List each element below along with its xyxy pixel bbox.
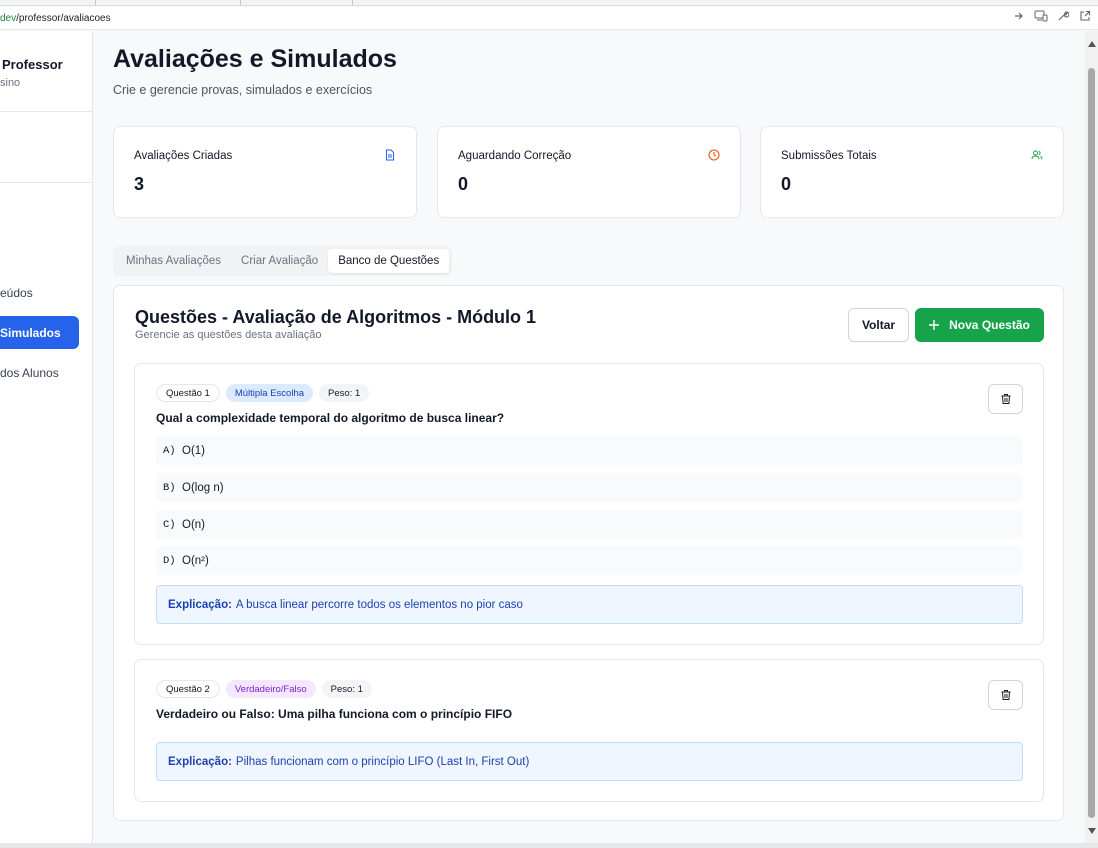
delete-question-button[interactable]: [988, 384, 1023, 414]
sidebar-item-label: dos Alunos: [0, 365, 59, 380]
stat-label: Aguardando Correção: [458, 150, 572, 162]
explanation-box: Explicação: Pilhas funcionam com o princí…: [156, 742, 1023, 781]
scroll-down-arrow-icon[interactable]: [1088, 828, 1096, 834]
sidebar-item-conteudos[interactable]: eúdos: [0, 276, 79, 309]
sidebar-item-alunos[interactable]: dos Alunos: [0, 356, 79, 389]
scrollbar-thumb[interactable]: [1088, 68, 1095, 818]
explanation-text: Pilhas funcionam com o princípio LIFO (L…: [235, 755, 530, 768]
option-text: O(1): [182, 444, 205, 457]
url-text: dev/professor/avaliacoes: [0, 13, 111, 24]
page-subtitle: Crie e gerencie provas, simulados e exer…: [113, 83, 373, 97]
scroll-up-arrow-icon[interactable]: [1088, 41, 1096, 47]
stat-card-avaliacoes: Avaliações Criadas 3: [113, 126, 417, 218]
option-letter: C): [163, 518, 176, 531]
page-title: Avaliações e Simulados: [113, 45, 397, 73]
question-text: Qual a complexidade temporal do algoritm…: [156, 411, 505, 425]
trash-icon: [1001, 690, 1010, 700]
bottom-bar: [0, 843, 1098, 848]
option-text: O(n): [182, 518, 205, 531]
page-scrollbar[interactable]: [1085, 31, 1098, 843]
plus-icon: [929, 320, 940, 330]
question-type-badge: Verdadeiro/Falso: [225, 680, 316, 698]
questions-panel: Questões - Avaliação de Algoritmos - Mód…: [113, 285, 1064, 821]
trash-icon: [1001, 394, 1010, 404]
new-question-label: Nova Questão: [949, 318, 1030, 332]
question-card: Questão 2 Verdadeiro/Falso Peso: 1 Verda…: [134, 659, 1044, 802]
stat-value: 0: [458, 174, 469, 194]
option-row: B) O(log n): [156, 473, 1023, 502]
delete-question-button[interactable]: [988, 680, 1023, 710]
option-letter: A): [163, 444, 176, 457]
user-subtitle: sino: [0, 77, 21, 89]
browser-actions: [1012, 10, 1092, 24]
url-host: dev: [0, 12, 17, 24]
question-card: Questão 1 Múltipla Escolha Peso: 1 Qual …: [134, 363, 1044, 645]
stat-value: 0: [781, 174, 792, 194]
question-type-badge: Múltipla Escolha: [225, 384, 314, 402]
question-weight-badge: Peso: 1: [319, 384, 370, 402]
arrow-right-icon[interactable]: [1012, 10, 1026, 24]
panel-subtitle: Gerencie as questões desta avaliação: [135, 329, 322, 341]
panel-title: Questões - Avaliação de Algoritmos - Mód…: [135, 307, 537, 327]
tab-separator: [240, 0, 241, 5]
question-number-badge: Questão 2: [156, 680, 220, 698]
stat-card-correcao: Aguardando Correção 0: [437, 126, 741, 218]
sidebar-divider: [0, 182, 92, 183]
users-icon: [1031, 150, 1043, 160]
tab-banco-questoes[interactable]: Banco de Questões: [328, 249, 450, 273]
new-question-button[interactable]: Nova Questão: [915, 308, 1044, 342]
devices-icon[interactable]: [1034, 10, 1048, 24]
sidebar-item-label: Simulados: [0, 325, 61, 340]
explanation-box: Explicação: A busca linear percorre todos…: [156, 585, 1023, 624]
sidebar: Professor sino eúdos Simulados dos Aluno…: [0, 31, 93, 848]
wrench-icon[interactable]: [1056, 10, 1070, 24]
stat-label: Submissões Totais: [781, 150, 877, 162]
explanation-label: Explicação:: [168, 598, 232, 611]
option-row: D) O(n²): [156, 546, 1023, 575]
option-text: O(log n): [182, 481, 224, 494]
question-number-badge: Questão 1: [156, 384, 220, 402]
tab-bar: Minhas Avaliações Criar Avaliação Banco …: [113, 246, 453, 276]
open-external-icon[interactable]: [1078, 10, 1092, 24]
option-row: C) O(n): [156, 510, 1023, 539]
question-weight-badge: Peso: 1: [321, 680, 372, 698]
tab-criar-avaliacao[interactable]: Criar Avaliação: [231, 249, 328, 273]
browser-tab-strip: [0, 0, 1098, 6]
clock-icon: [708, 149, 720, 161]
url-path: /professor/avaliacoes: [16, 12, 111, 24]
question-badges: Questão 1 Múltipla Escolha Peso: 1: [156, 384, 370, 402]
stat-card-submissoes: Submissões Totais 0: [760, 126, 1064, 218]
question-text: Verdadeiro ou Falso: Uma pilha funciona …: [156, 707, 513, 721]
option-letter: B): [163, 481, 176, 494]
user-name: Professor: [2, 57, 63, 72]
stat-label: Avaliações Criadas: [134, 150, 233, 162]
option-letter: D): [163, 554, 176, 567]
option-text: O(n²): [182, 554, 209, 567]
address-bar[interactable]: dev/professor/avaliacoes: [0, 7, 1098, 30]
explanation-text: A busca linear percorre todos os element…: [235, 598, 523, 611]
main-content: Avaliações e Simulados Crie e gerencie p…: [93, 31, 1085, 843]
tab-separator: [352, 0, 353, 5]
tab-separator: [95, 0, 96, 5]
sidebar-divider: [0, 111, 92, 112]
sidebar-item-label: eúdos: [0, 285, 33, 300]
sidebar-item-simulados[interactable]: Simulados: [0, 316, 79, 349]
back-button[interactable]: Voltar: [848, 308, 909, 342]
back-button-label: Voltar: [861, 318, 896, 332]
question-badges: Questão 2 Verdadeiro/Falso Peso: 1: [156, 680, 372, 698]
document-icon: [386, 149, 394, 161]
tab-minhas-avaliacoes[interactable]: Minhas Avaliações: [116, 249, 231, 273]
option-row: A) O(1): [156, 436, 1023, 465]
stat-value: 3: [134, 174, 145, 194]
explanation-label: Explicação:: [168, 755, 232, 768]
